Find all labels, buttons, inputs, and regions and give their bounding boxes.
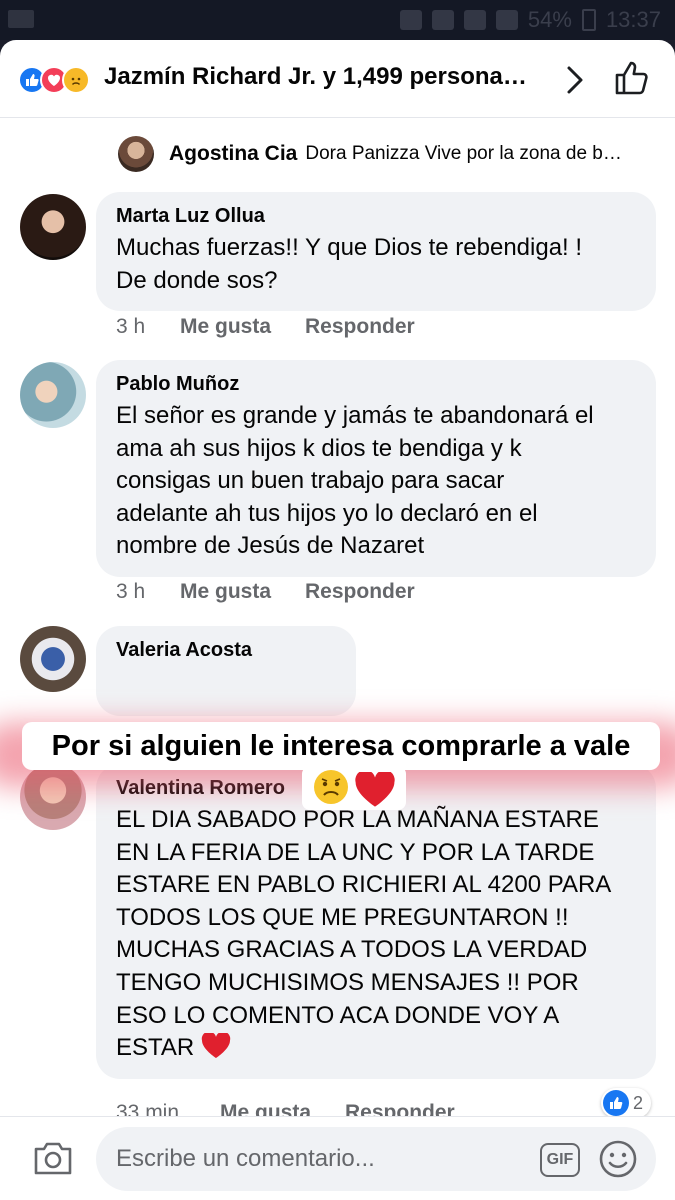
comment-author[interactable]: Marta Luz Ollua [116, 204, 636, 228]
avatar[interactable] [20, 194, 86, 260]
comment-input-wrapper: GIF [96, 1127, 656, 1191]
chevron-right-icon[interactable] [560, 60, 590, 100]
comment-bubble[interactable]: Pablo Muñoz El señor es grande y jamás t… [96, 360, 656, 577]
battery-percent: 54% [527, 7, 572, 32]
comment-text: EL DIA SABADO POR LA MAÑANA ESTARE EN LA… [116, 806, 612, 1062]
gif-button[interactable]: GIF [540, 1143, 580, 1177]
signal-icon [495, 10, 518, 30]
reply-button[interactable]: Responder [305, 315, 415, 339]
comment-text: Muchas fuerzas!! Y que Dios te rebendiga… [116, 234, 583, 294]
like-post-button[interactable] [612, 58, 652, 98]
reply-preview[interactable]: Agostina Cia Dora Panizza Vive por la zo… [118, 134, 622, 174]
reactions-comments-sheet: Jazmín Richard Jr. y 1,499 persona… Agos… [0, 40, 675, 1200]
sheet-header: Jazmín Richard Jr. y 1,499 persona… [0, 40, 675, 118]
caption-text: Por si alguien le interesa comprarle a v… [22, 722, 660, 770]
caption-overlay: Por si alguien le interesa comprarle a v… [0, 708, 675, 820]
status-icons: 54% 13:37 [399, 6, 661, 34]
avatar[interactable] [20, 362, 86, 428]
like-button[interactable]: Me gusta [180, 580, 271, 604]
mute-icon [399, 10, 422, 30]
reaction-summary[interactable] [18, 66, 98, 96]
reply-button[interactable]: Responder [305, 580, 415, 604]
reply-author: Agostina Cia [169, 142, 298, 165]
avatar[interactable] [20, 626, 86, 692]
comment-text: El señor es grande y jamás te abandonará… [116, 402, 594, 560]
comment-input[interactable] [116, 1127, 516, 1191]
reply-snippet: Dora Panizza Vive por la zona de b… [305, 143, 622, 164]
comment-like-count[interactable]: 2 [600, 1088, 651, 1118]
like-count-value: 2 [632, 1092, 643, 1113]
camera-icon[interactable] [32, 1139, 74, 1177]
comment-time: 3 h [116, 580, 146, 603]
wifi-icon [463, 10, 486, 30]
sad-emoji-icon [314, 770, 348, 804]
comment-actions: 3 h Me gusta Responder [116, 577, 415, 607]
battery-icon [581, 9, 596, 31]
clock: 13:37 [605, 7, 661, 32]
comment-time: 3 h [116, 315, 146, 338]
reactors-title[interactable]: Jazmín Richard Jr. y 1,499 persona… [104, 63, 527, 91]
comment-bubble[interactable]: Valeria Acosta [96, 626, 356, 716]
comment-actions: 3 h Me gusta Responder [116, 312, 415, 342]
like-icon [602, 1090, 629, 1116]
emoji-icon[interactable] [598, 1139, 638, 1179]
comment-author[interactable]: Pablo Muñoz [116, 372, 636, 396]
sad-icon [62, 66, 90, 94]
like-button[interactable]: Me gusta [180, 315, 271, 339]
comment-bubble[interactable]: Marta Luz Ollua Muchas fuerzas!! Y que D… [96, 192, 656, 312]
status-bar: 54% 13:37 [0, 0, 675, 40]
heart-icon [201, 1031, 231, 1059]
avatar [118, 136, 154, 172]
caption-emojis [302, 766, 406, 810]
comment-composer: GIF [0, 1116, 675, 1200]
red-heart-icon [355, 772, 395, 807]
comment-author[interactable]: Valeria Acosta [116, 638, 336, 662]
alarm-icon [431, 10, 454, 30]
notification-icon [8, 10, 34, 28]
thumbs-up-icon [615, 61, 648, 95]
